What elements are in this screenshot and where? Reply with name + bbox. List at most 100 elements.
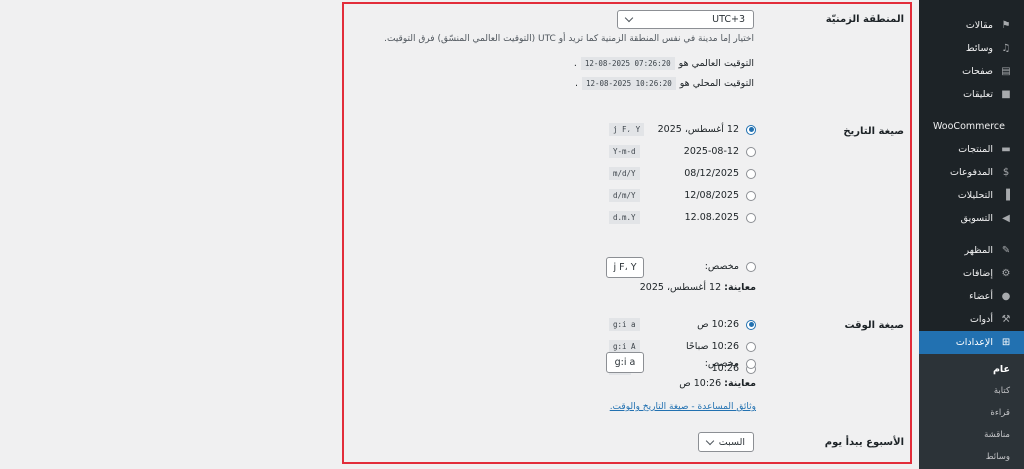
tools-icon: ⚒ [1001,314,1011,325]
documentation-link[interactable]: وثائق المساعدة - صيغة التاريخ والوقت. [610,402,756,412]
utc-time-value: 12-08-2025 07:26:20 [580,57,675,70]
sidebar-item[interactable]: WooCommerce [919,115,1024,138]
time-format-option[interactable]: 10:26 ص [697,319,756,330]
sidebar-item[interactable]: ◀ التسويق [919,207,1024,230]
date-preview-value: 12 أغسطس، 2025 [639,282,722,293]
sidebar-item[interactable]: ⚒ أدوات [919,308,1024,331]
sidebar-item-label: التسويق [960,213,993,224]
radio-button[interactable] [746,124,756,135]
date-format-option[interactable]: 08/12/2025 [684,168,756,179]
local-time-prefix: التوقيت المحلي هو [679,78,754,89]
admin-sidebar: ⚑ مقالات ♫ وسائط ▤ صفحات ■ تعليقات WooCommerce ▬ ا… [913,0,1024,469]
date-format-label: صيغة التاريخ [843,126,904,137]
week-start-value: السبت [718,436,745,448]
sidebar-item[interactable]: ♫ وسائط [919,37,1024,60]
radio-button[interactable] [746,168,756,179]
date-format-custom-input[interactable]: j F، Y [606,257,644,278]
sidebar-item[interactable]: ⚙ إضافات [919,262,1024,285]
sidebar-item-label: وسائط [965,43,993,54]
settings-submenu: عامكتابةقراءةمناقشةوسائطروابط دائمة [919,354,1024,469]
pin-icon: ⚑ [1001,20,1011,31]
time-format-custom-option[interactable]: مخصص: [705,358,756,369]
submenu-item[interactable]: قراءة [919,402,1024,424]
radio-button[interactable] [746,146,756,157]
radio-button[interactable] [746,319,756,330]
payments-icon: $ [1002,167,1010,178]
local-time-value: 12-08-2025 10:26:20 [581,77,676,90]
format-code: Y-m-d [609,145,640,158]
time-preview: معاينة: 10:26 ص [679,378,756,389]
radio-button[interactable] [746,261,756,272]
sidebar-item-label: WooCommerce [932,121,1005,132]
sidebar-item[interactable]: ⊞ الإعدادات [913,331,1024,354]
highlight-frame [342,2,912,464]
timezone-label: المنطقة الزمنيّة [825,14,904,25]
radio-button[interactable] [746,190,756,201]
timezone-select[interactable]: UTC+3 [617,10,754,29]
sidebar-item-label: الإعدادات [955,337,993,348]
marketing-icon: ◀ [1002,213,1010,224]
sidebar-item-label: أعضاء [969,291,993,302]
products-icon: ▬ [1001,144,1011,155]
local-time-dot: . [574,78,578,89]
week-start-select[interactable]: السبت [698,432,754,452]
timezone-value: UTC+3 [712,14,745,25]
time-custom-label: مخصص: [704,358,739,369]
sidebar-item[interactable]: ✎ المظهر [919,239,1024,262]
date-format-option[interactable]: 12.08.2025 [685,212,756,223]
chevron-down-icon [624,13,634,23]
sidebar-item-label: مقالات [965,20,993,31]
local-time-line: التوقيت المحلي هو 12-08-2025 10:26:20 . [575,77,754,90]
option-label: 10:26 صباحًا [685,341,739,352]
date-format-option[interactable]: 12/08/2025 [684,190,756,201]
settings-icon: ⊞ [1001,337,1011,348]
sidebar-item[interactable]: ■ تعليقات [919,83,1024,106]
submenu-item[interactable]: وسائط [919,446,1024,468]
timezone-description: اختيار إما مدينة في نفس المنطقة الزمنية … [384,34,754,44]
time-format-option[interactable]: 10:26 صباحًا [686,341,756,352]
sidebar-item-label: صفحات [962,66,993,77]
date-format-custom-option[interactable]: مخصص: [705,261,756,272]
submenu-item[interactable]: عام [919,358,1024,380]
sidebar-item[interactable]: ⚑ مقالات [919,14,1024,37]
sidebar-item[interactable]: $ المدفوعات [919,161,1024,184]
option-label: 12.08.2025 [684,212,739,223]
option-label: 12/08/2025 [684,190,739,201]
plugins-icon: ⚙ [1001,268,1011,279]
media-icon: ♫ [1001,43,1011,54]
appearance-icon: ✎ [1001,245,1011,256]
sidebar-item-label: المدفوعات [950,167,993,178]
date-custom-label: مخصص: [704,261,739,272]
format-code: j F، Y [609,123,645,136]
analytics-icon: ▐ [1002,190,1010,201]
format-code: m/d/Y [609,167,640,180]
date-format-option[interactable]: 2025-08-12 [684,146,756,157]
comments-icon: ■ [1001,89,1011,100]
radio-button[interactable] [746,341,756,352]
sidebar-item-label: المنتجات [958,144,993,155]
sidebar-item[interactable]: ▬ المنتجات [919,138,1024,161]
date-preview: معاينة: 12 أغسطس، 2025 [640,282,756,293]
sidebar-item-label: تعليقات [963,89,993,100]
time-format-custom-input[interactable]: g:i a [606,352,644,373]
radio-button[interactable] [746,358,756,369]
utc-time-line: التوقيت العالمي هو 12-08-2025 07:26:20 . [574,57,754,70]
time-preview-value: 10:26 ص [679,378,722,389]
sidebar-item-label: إضافات [963,268,993,279]
time-format-label: صيغة الوقت [844,320,904,331]
format-code: g:i a [609,318,640,331]
sidebar-item[interactable]: ▤ صفحات [919,60,1024,83]
option-label: 2025-08-12 [683,146,739,157]
submenu-item[interactable]: مناقشة [919,424,1024,446]
week-start-label: الأسبوع يبدأ يوم [824,437,904,448]
sidebar-item[interactable]: ▐ التحليلات [919,184,1024,207]
time-preview-label: معاينة: [724,378,756,389]
menu-separator [919,106,1024,115]
date-format-option[interactable]: 12 أغسطس، 2025 [658,124,756,135]
submenu-item[interactable]: كتابة [919,380,1024,402]
option-label: 12 أغسطس، 2025 [657,124,739,135]
option-label: 08/12/2025 [684,168,739,179]
sidebar-item[interactable]: ● أعضاء [919,285,1024,308]
utc-time-dot: . [573,58,577,69]
radio-button[interactable] [746,212,756,223]
